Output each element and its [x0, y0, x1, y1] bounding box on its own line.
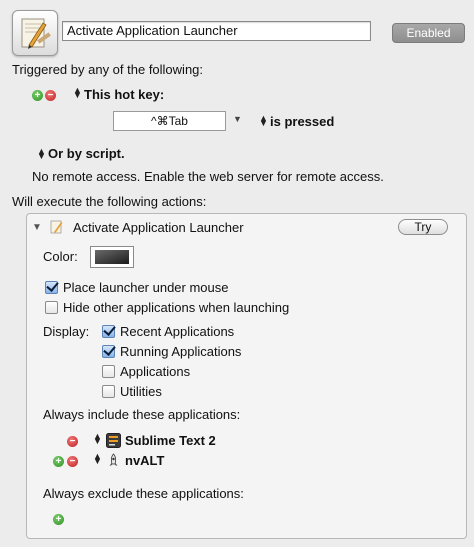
exclude-heading: Always exclude these applications:: [43, 486, 244, 501]
disclosure-triangle-icon[interactable]: ▼: [32, 222, 42, 233]
hide-others-label: Hide other applications when launching: [63, 300, 290, 315]
action-app-icon: [49, 219, 63, 234]
remove-trigger-icon[interactable]: −: [45, 90, 56, 101]
remove-app-icon[interactable]: −: [67, 436, 78, 447]
add-trigger-icon[interactable]: +: [32, 90, 43, 101]
color-well[interactable]: [90, 246, 134, 268]
include-heading: Always include these applications:: [43, 407, 241, 422]
sublime-text-icon: [106, 433, 121, 448]
place-under-mouse-label: Place launcher under mouse: [63, 280, 229, 295]
script-trigger-label: Or by script.: [48, 146, 125, 161]
app-stepper-icon[interactable]: ▲ ▼: [93, 432, 102, 446]
macro-app-icon[interactable]: [12, 10, 58, 56]
remove-app-icon[interactable]: −: [67, 456, 78, 467]
hot-key-field[interactable]: ^⌘Tab: [113, 111, 226, 131]
pressed-label: is pressed: [270, 114, 335, 129]
color-label: Color:: [43, 249, 78, 264]
hide-others-checkbox[interactable]: [45, 301, 58, 314]
applications-label: Applications: [120, 364, 191, 379]
recent-applications-checkbox[interactable]: [102, 325, 115, 338]
actions-heading: Will execute the following actions:: [12, 194, 207, 209]
macro-name-field[interactable]: Activate Application Launcher: [62, 21, 371, 41]
trigger-type-stepper-icon[interactable]: ▲ ▼: [73, 86, 82, 100]
included-app-name: nvALT: [125, 453, 165, 468]
add-excluded-app-icon[interactable]: +: [53, 514, 64, 525]
applications-checkbox[interactable]: [102, 365, 115, 378]
display-label: Display:: [43, 324, 90, 339]
utilities-checkbox[interactable]: [102, 385, 115, 398]
recent-applications-label: Recent Applications: [120, 324, 235, 339]
triggers-heading: Triggered by any of the following:: [12, 62, 204, 77]
enabled-button[interactable]: Enabled: [392, 23, 465, 43]
action-title: Activate Application Launcher: [73, 220, 244, 235]
remote-access-note: No remote access. Enable the web server …: [32, 169, 384, 184]
color-swatch: [95, 250, 129, 264]
hot-key-dropdown-icon[interactable]: ▼: [233, 114, 242, 124]
pencil-ruler-icon: [21, 18, 51, 49]
utilities-label: Utilities: [120, 384, 162, 399]
place-under-mouse-checkbox[interactable]: [45, 281, 58, 294]
included-app-name: Sublime Text 2: [125, 433, 216, 448]
script-trigger-stepper-icon[interactable]: ▲ ▼: [37, 147, 46, 161]
pressed-stepper-icon[interactable]: ▲ ▼: [259, 114, 268, 128]
try-button[interactable]: Try: [398, 219, 448, 235]
hot-key-label: This hot key:: [84, 87, 165, 102]
add-app-icon[interactable]: +: [53, 456, 64, 467]
running-applications-checkbox[interactable]: [102, 345, 115, 358]
nvalt-rocket-icon: [106, 453, 120, 467]
app-stepper-icon[interactable]: ▲ ▼: [93, 452, 102, 466]
running-applications-label: Running Applications: [120, 344, 242, 359]
